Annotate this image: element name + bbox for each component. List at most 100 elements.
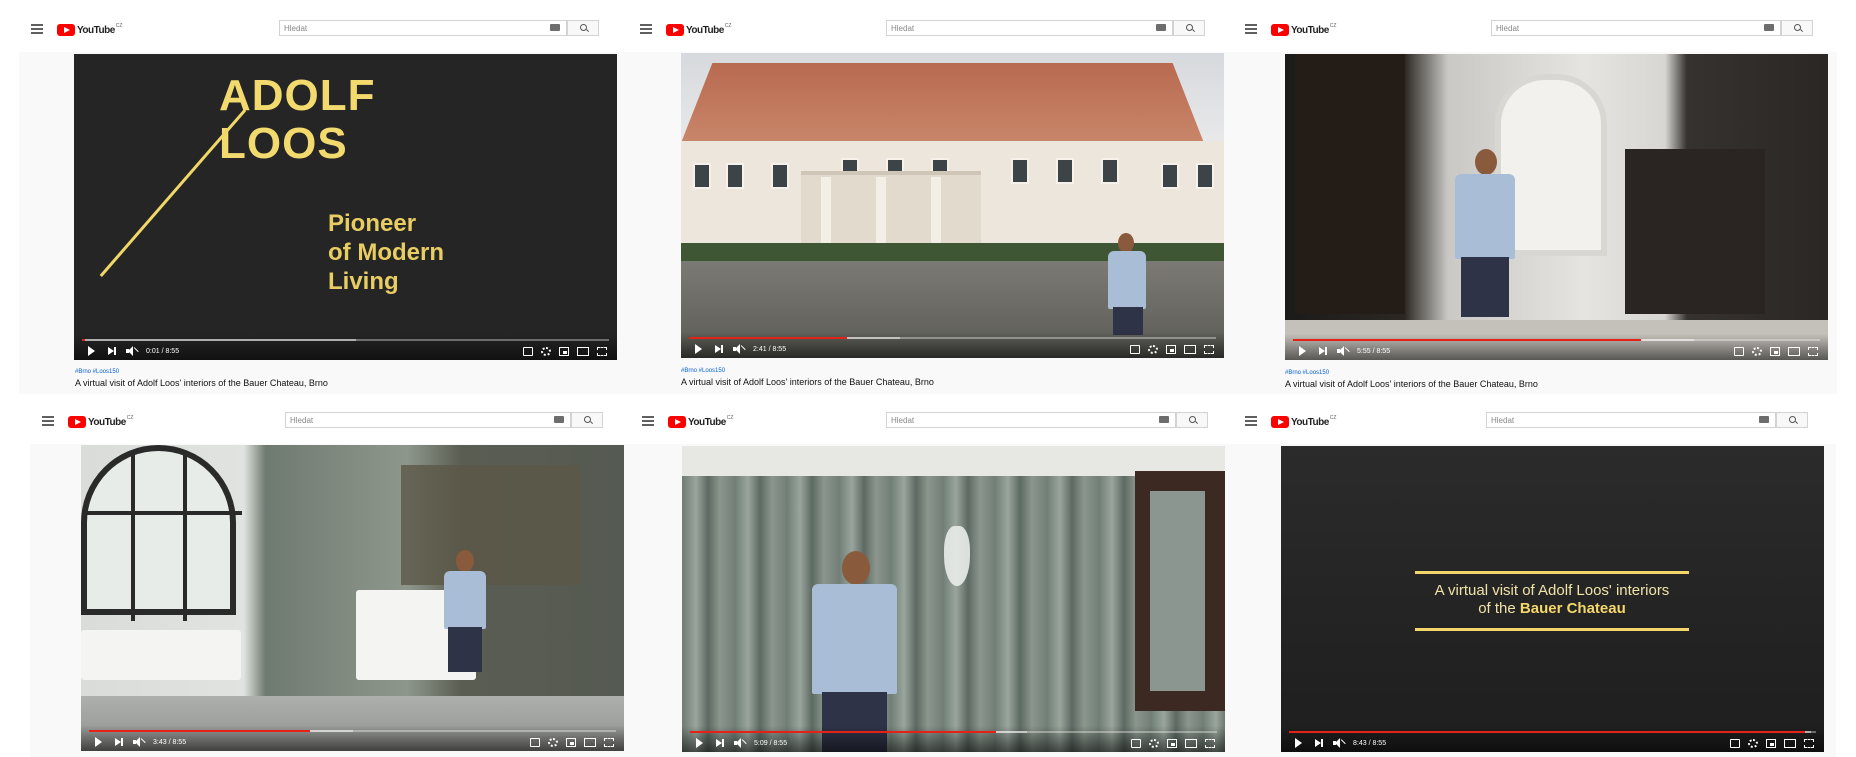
- subtitles-icon[interactable]: [1730, 739, 1740, 748]
- search-button[interactable]: [571, 412, 603, 428]
- hamburger-menu-icon[interactable]: [642, 416, 654, 426]
- keyboard-icon[interactable]: [1759, 416, 1769, 423]
- video-player[interactable]: 2:41 / 8:55: [681, 53, 1224, 358]
- progress-bar[interactable]: [1293, 339, 1820, 341]
- hamburger-menu-icon[interactable]: [1245, 24, 1257, 34]
- play-icon[interactable]: [95, 737, 102, 747]
- video-player[interactable]: 3:43 / 8:55: [81, 445, 624, 751]
- next-icon[interactable]: [1319, 346, 1327, 356]
- progress-bar[interactable]: [82, 339, 609, 341]
- search-button[interactable]: [1173, 20, 1205, 36]
- youtube-logo[interactable]: YouTube CZ: [57, 23, 122, 37]
- miniplayer-icon[interactable]: [566, 738, 576, 747]
- play-icon[interactable]: [695, 344, 702, 354]
- keyboard-icon[interactable]: [1764, 24, 1774, 31]
- miniplayer-icon[interactable]: [1766, 739, 1776, 748]
- search-button[interactable]: [1776, 412, 1808, 428]
- keyboard-icon[interactable]: [554, 416, 564, 423]
- miniplayer-icon[interactable]: [1770, 347, 1780, 356]
- settings-gear-icon[interactable]: [548, 738, 558, 747]
- region-code: CZ: [726, 415, 734, 421]
- subtitles-icon[interactable]: [530, 738, 540, 747]
- keyboard-icon[interactable]: [550, 24, 560, 31]
- youtube-logo[interactable]: YouTube CZ: [68, 415, 133, 429]
- mute-icon[interactable]: [126, 346, 139, 356]
- progress-bar[interactable]: [1289, 731, 1816, 733]
- video-player[interactable]: ADOLF LOOS Pioneer of Modern Living 0:01 / …: [74, 54, 617, 360]
- youtube-play-logo-icon: [68, 416, 86, 428]
- settings-gear-icon[interactable]: [541, 347, 551, 356]
- video-player[interactable]: 5:55 / 8:55: [1285, 54, 1828, 360]
- video-player[interactable]: 5:09 / 8:55: [682, 446, 1225, 752]
- subtitles-icon[interactable]: [1131, 739, 1141, 748]
- search-input[interactable]: Hledat: [886, 412, 1176, 428]
- search-input[interactable]: Hledat: [886, 20, 1173, 36]
- mute-icon[interactable]: [1333, 738, 1346, 748]
- hamburger-menu-icon[interactable]: [31, 24, 43, 34]
- search-input[interactable]: Hledat: [285, 412, 571, 428]
- miniplayer-icon[interactable]: [1167, 739, 1177, 748]
- youtube-header: YouTube CZ Hledat: [1233, 402, 1836, 444]
- youtube-logo[interactable]: YouTube CZ: [1271, 23, 1336, 37]
- video-hashtags[interactable]: #Brno #Loos150: [1285, 370, 1329, 376]
- settings-gear-icon[interactable]: [1149, 739, 1159, 748]
- mute-icon[interactable]: [733, 344, 746, 354]
- play-icon[interactable]: [1299, 346, 1306, 356]
- search-input[interactable]: Hledat: [1486, 412, 1776, 428]
- video-hashtags[interactable]: #Brno #Loos150: [681, 368, 725, 374]
- play-icon[interactable]: [1295, 738, 1302, 748]
- keyboard-icon[interactable]: [1159, 416, 1169, 423]
- video-player[interactable]: A virtual visit of Adolf Loos' interiors…: [1281, 446, 1824, 752]
- progress-bar[interactable]: [89, 730, 616, 732]
- mute-icon[interactable]: [1337, 346, 1350, 356]
- settings-gear-icon[interactable]: [1148, 345, 1158, 354]
- miniplayer-icon[interactable]: [559, 347, 569, 356]
- search-input[interactable]: Hledat: [279, 20, 567, 36]
- hamburger-menu-icon[interactable]: [42, 416, 54, 426]
- wall-ornament: [944, 526, 970, 586]
- fullscreen-icon[interactable]: [1804, 739, 1814, 748]
- youtube-logo[interactable]: YouTube CZ: [666, 23, 731, 37]
- search-button[interactable]: [1781, 20, 1813, 36]
- hamburger-menu-icon[interactable]: [640, 24, 652, 34]
- next-icon[interactable]: [115, 737, 123, 747]
- hamburger-menu-icon[interactable]: [1245, 416, 1257, 426]
- play-icon[interactable]: [696, 738, 703, 748]
- next-icon[interactable]: [716, 738, 724, 748]
- progress-bar[interactable]: [689, 337, 1216, 339]
- settings-gear-icon[interactable]: [1752, 347, 1762, 356]
- theater-mode-icon[interactable]: [1185, 739, 1197, 748]
- fullscreen-icon[interactable]: [1808, 347, 1818, 356]
- subtitles-icon[interactable]: [1130, 345, 1140, 354]
- theater-mode-icon[interactable]: [1788, 347, 1800, 356]
- progress-bar[interactable]: [690, 731, 1217, 733]
- player-controls: 0:01 / 8:55: [74, 334, 617, 360]
- fullscreen-icon[interactable]: [1205, 739, 1215, 748]
- fullscreen-icon[interactable]: [604, 738, 614, 747]
- theater-mode-icon[interactable]: [1784, 739, 1796, 748]
- next-icon[interactable]: [715, 344, 723, 354]
- search-button[interactable]: [1176, 412, 1208, 428]
- subtitles-icon[interactable]: [523, 347, 533, 356]
- play-icon[interactable]: [88, 346, 95, 356]
- youtube-logo[interactable]: YouTube CZ: [1271, 415, 1336, 429]
- theater-mode-icon[interactable]: [1184, 345, 1196, 354]
- fullscreen-icon[interactable]: [597, 347, 607, 356]
- time-display: 5:55 / 8:55: [1357, 348, 1391, 355]
- search-button[interactable]: [567, 20, 599, 36]
- search-input[interactable]: Hledat: [1491, 20, 1781, 36]
- theater-mode-icon[interactable]: [577, 347, 589, 356]
- keyboard-icon[interactable]: [1156, 24, 1166, 31]
- region-code: CZ: [1329, 415, 1337, 421]
- settings-gear-icon[interactable]: [1748, 739, 1758, 748]
- subtitles-icon[interactable]: [1734, 347, 1744, 356]
- next-icon[interactable]: [108, 346, 116, 356]
- video-hashtags[interactable]: #Brno #Loos150: [75, 369, 119, 375]
- theater-mode-icon[interactable]: [584, 738, 596, 747]
- miniplayer-icon[interactable]: [1166, 345, 1176, 354]
- mute-icon[interactable]: [133, 737, 146, 747]
- mute-icon[interactable]: [734, 738, 747, 748]
- youtube-logo[interactable]: YouTube CZ: [668, 415, 733, 429]
- fullscreen-icon[interactable]: [1204, 345, 1214, 354]
- next-icon[interactable]: [1315, 738, 1323, 748]
